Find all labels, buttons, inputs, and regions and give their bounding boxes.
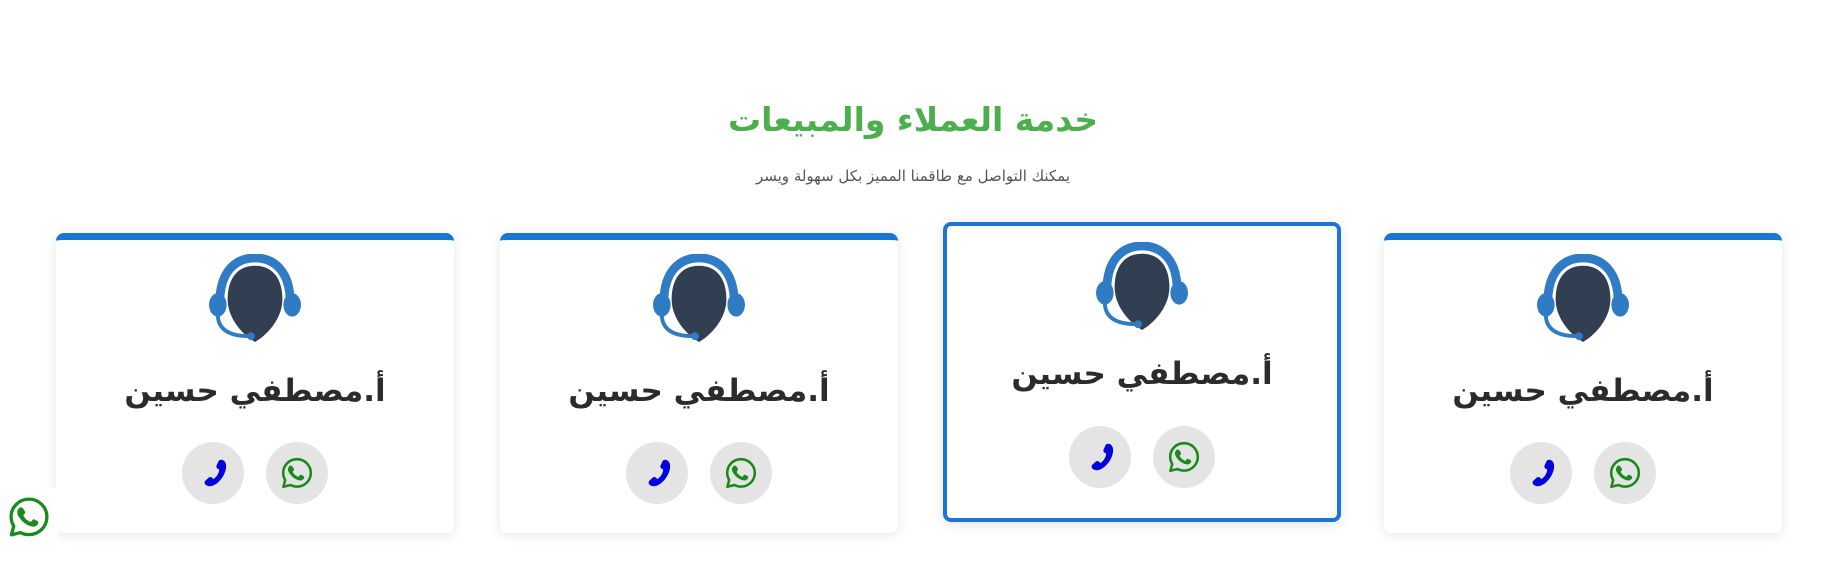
whatsapp-icon (1167, 440, 1201, 474)
whatsapp-button[interactable] (266, 442, 328, 504)
agent-actions (1069, 426, 1215, 488)
agent-card-highlighted: أ.مصطفي حسين (943, 222, 1341, 522)
whatsapp-button[interactable] (1594, 442, 1656, 504)
floating-whatsapp-button[interactable] (0, 488, 58, 546)
call-button[interactable] (182, 442, 244, 504)
headset-agent-icon (206, 254, 304, 344)
agent-card: أ.مصطفي حسين (1384, 233, 1782, 533)
agent-name: أ.مصطفي حسين (124, 373, 386, 409)
agent-card: أ.مصطفي حسين (56, 233, 454, 533)
headset-agent-icon (1093, 242, 1191, 332)
whatsapp-icon (7, 495, 51, 539)
whatsapp-icon (280, 456, 314, 490)
whatsapp-button[interactable] (1153, 426, 1215, 488)
page: خدمة العملاء والمبيعات يمكنك التواصل مع … (0, 0, 1826, 587)
whatsapp-button[interactable] (710, 442, 772, 504)
agent-name: أ.مصطفي حسين (568, 373, 830, 409)
call-button[interactable] (626, 442, 688, 504)
headset-agent-icon (1534, 254, 1632, 344)
whatsapp-icon (1608, 456, 1642, 490)
call-button[interactable] (1069, 426, 1131, 488)
agent-cards: أ.مصطفي حسين أ.مصطفي حسين أ.مصطفي حسين أ… (0, 0, 1826, 587)
whatsapp-icon (724, 456, 758, 490)
phone-icon (1082, 439, 1118, 475)
phone-icon (1523, 455, 1559, 491)
phone-icon (639, 455, 675, 491)
agent-actions (1510, 442, 1656, 504)
phone-icon (195, 455, 231, 491)
call-button[interactable] (1510, 442, 1572, 504)
agent-actions (626, 442, 772, 504)
agent-name: أ.مصطفي حسين (1452, 373, 1714, 409)
agent-card: أ.مصطفي حسين (500, 233, 898, 533)
agent-actions (182, 442, 328, 504)
headset-agent-icon (650, 254, 748, 344)
agent-name: أ.مصطفي حسين (1011, 356, 1273, 392)
